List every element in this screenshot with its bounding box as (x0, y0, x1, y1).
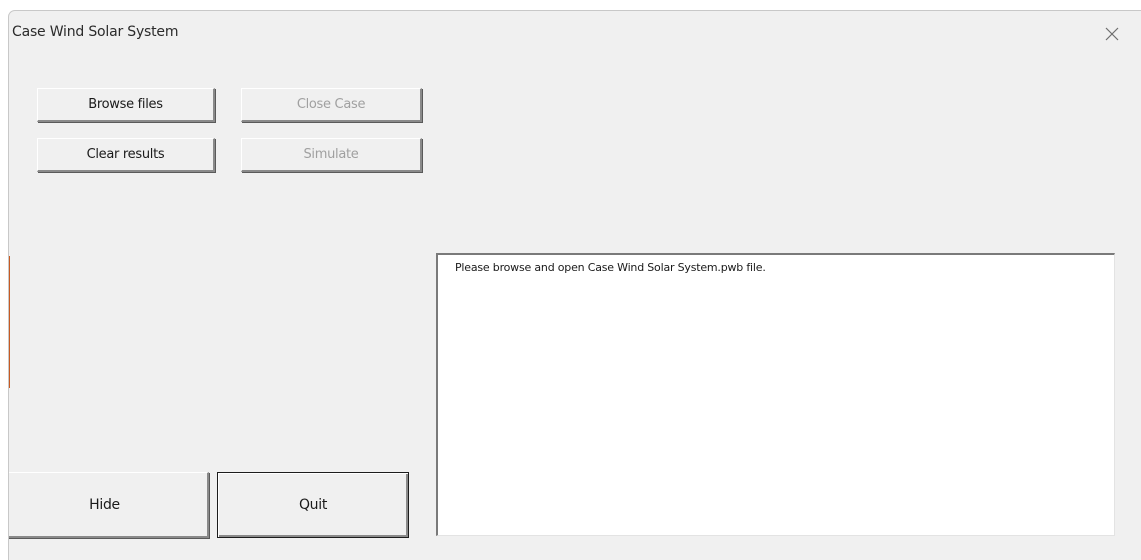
close-icon (1097, 19, 1127, 49)
close-case-button[interactable]: Close Case (241, 88, 422, 122)
title-bar[interactable]: Case Wind Solar System (9, 11, 1141, 59)
browse-files-button[interactable]: Browse files (37, 88, 215, 122)
window-edge-accent (9, 256, 10, 388)
dialog-window: Case Wind Solar System Browse files Clos… (8, 10, 1141, 560)
clear-results-button[interactable]: Clear results (37, 138, 215, 172)
simulate-button[interactable]: Simulate (241, 138, 422, 172)
close-window-button[interactable] (1097, 19, 1127, 49)
output-log[interactable]: Please browse and open Case Wind Solar S… (436, 253, 1115, 536)
quit-button[interactable]: Quit (217, 472, 409, 538)
log-message: Please browse and open Case Wind Solar S… (455, 261, 766, 274)
window-title: Case Wind Solar System (12, 24, 179, 40)
hide-button[interactable]: Hide (9, 472, 209, 538)
